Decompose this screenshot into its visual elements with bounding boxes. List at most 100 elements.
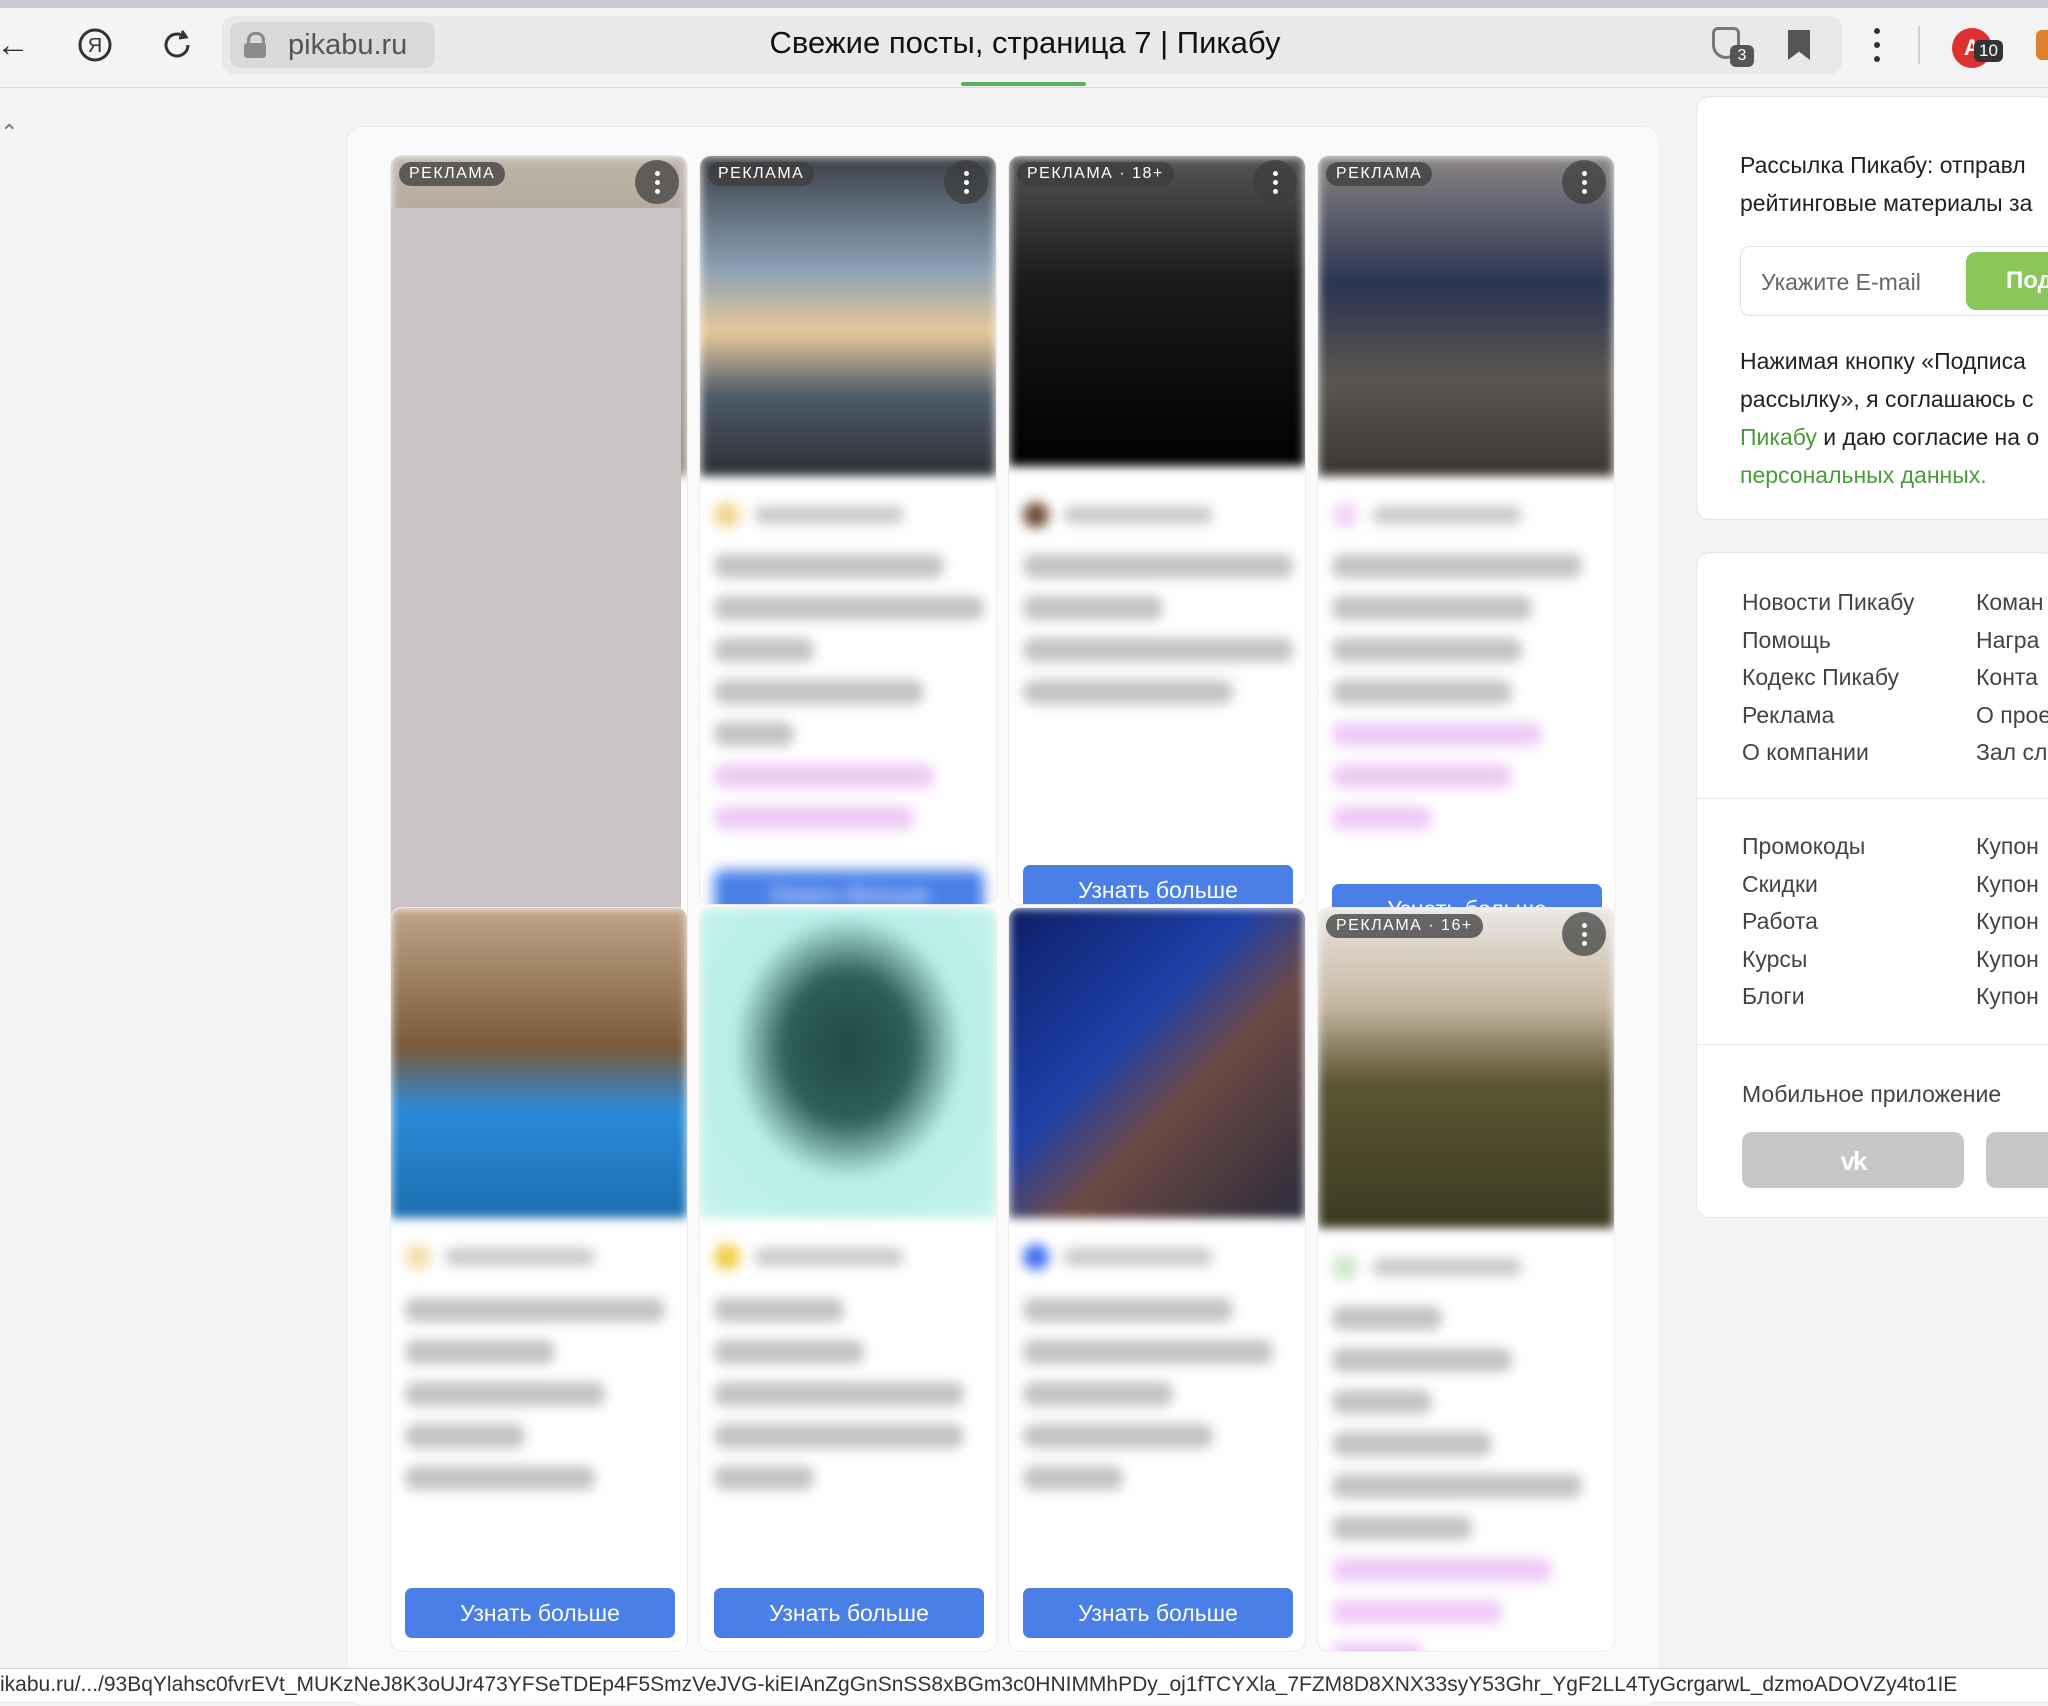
learn-more-button[interactable]: Узнать больше [714,1588,984,1638]
ad-image [1009,908,1305,1218]
link-code[interactable]: Кодекс Пикабу [1742,659,1914,697]
learn-more-button[interactable]: Узнать больше [1023,865,1293,904]
domain-pill[interactable]: pikabu.ru [230,22,435,68]
ad-text-blurred [700,1298,996,1508]
link-about[interactable]: О прое [1976,697,2048,735]
advertiser-line [1023,1244,1213,1270]
email-placeholder: Укажите E-mail [1761,269,1921,295]
advertiser-line [1332,1254,1522,1280]
learn-more-button[interactable]: Узнать больше [1023,1588,1293,1638]
yandex-logo-icon[interactable]: Я [72,22,118,68]
ad-text-blurred [1318,554,1614,848]
more-options-icon[interactable] [1562,160,1606,204]
adblock-count: 10 [1974,40,2003,62]
agree-text-1: Нажимая кнопку «Подписа [1740,348,2026,374]
ad-card[interactable]: Узнать больше [390,907,688,1652]
ad-card[interactable]: РЕКЛАМА Узнать больше [1317,155,1615,935]
link-promocodes[interactable]: Промокоды [1742,828,1865,866]
ad-card[interactable]: РЕКЛАМА · 18+ Узнать больше [1008,155,1306,905]
rules-link[interactable]: Пикабу [1740,424,1817,450]
ad-card[interactable]: Узнать больше [1008,907,1306,1652]
protect-shield-icon[interactable]: 3 [1710,25,1754,69]
vk-app-button[interactable]: vk [1742,1132,1964,1188]
ad-text-blurred [1009,554,1305,722]
toolbar-divider [1918,26,1920,64]
collapse-chevron-icon[interactable]: ⌃ [0,120,18,146]
link-coupon[interactable]: Купон [1976,978,2039,1016]
link-preview-url: ikabu.ru/.../93BqYlahsc0fvrEVt_MUKzNeJ8K… [0,1668,2048,1701]
link-ads[interactable]: Реклама [1742,697,1914,735]
link-awards[interactable]: Награ [1976,622,2048,660]
ad-image [700,156,996,476]
ad-placeholder [391,208,681,934]
ad-image [1318,908,1614,1228]
agree-text-3: Пикабу и даю согласие на о [1740,418,2039,456]
link-company[interactable]: О компании [1742,734,1914,772]
browser-menu-icon[interactable] [1870,28,1884,62]
ad-label: РЕКЛАМА · 16+ [1326,914,1483,938]
link-team[interactable]: Коман [1976,584,2048,622]
ad-text-blurred [1009,1298,1305,1508]
links2-column-left: Промокоды Скидки Работа Курсы Блоги [1742,828,1865,1016]
ad-image [391,908,687,1218]
link-pikabu-news[interactable]: Новости Пикабу [1742,584,1914,622]
advertiser-line [714,1244,904,1270]
mobile-app-heading: Мобильное приложение [1742,1081,2002,1107]
link-coupon[interactable]: Купон [1976,941,2039,979]
link-coupon[interactable]: Купон [1976,903,2039,941]
adblock-extension-icon[interactable]: A 10 [1952,28,2003,68]
ad-image [1318,156,1614,476]
personal-data-link[interactable]: персональных данных. [1740,456,1987,494]
ad-image [1009,156,1305,466]
more-options-icon[interactable] [635,160,679,204]
loading-indicator [961,82,1086,86]
advertiser-line [1023,502,1213,528]
links2-column-right: Купон Купон Купон Купон Купон [1976,828,2039,1016]
divider [1696,1044,2048,1045]
ad-label: РЕКЛАМА [1326,162,1433,186]
agree-text-2: рассылку», я соглашаюсь с [1740,386,2034,412]
app-store-button[interactable] [1986,1132,2048,1188]
links-column-left: Новости Пикабу Помощь Кодекс Пикабу Рекл… [1742,584,1914,772]
advertiser-line [1332,502,1522,528]
link-coupon[interactable]: Купон [1976,828,2039,866]
fox-extension-icon[interactable] [2036,30,2048,60]
ad-label: РЕКЛАМА · 18+ [1017,162,1174,186]
browser-toolbar: ← Я pikabu.ru Свежие посты, страница 7 |… [0,0,2048,88]
subscribe-text-2: рейтинговые материалы за [1740,190,2033,216]
ad-text-blurred [391,1298,687,1508]
ad-card[interactable]: РЕКЛАМА [390,155,688,935]
subscribe-button[interactable]: Под [1966,252,2048,310]
more-options-icon[interactable] [1562,912,1606,956]
ad-card[interactable]: РЕКЛАМА · 16+ [1317,907,1615,1652]
link-help[interactable]: Помощь [1742,622,1914,660]
back-arrow-icon[interactable]: ← [0,22,36,68]
advertiser-line [405,1244,595,1270]
link-hall[interactable]: Зал сл [1976,734,2048,772]
lock-icon [244,32,266,58]
ad-card[interactable]: Узнать больше [699,907,997,1652]
agree-mid-text: и даю согласие на о [1816,424,2040,450]
links-column-right: Коман Награ Конта О прое Зал сл [1976,584,2048,772]
vk-icon: vk [1840,1146,1868,1176]
shield-count: 3 [1730,45,1754,67]
page-title: Свежие посты, страница 7 | Пикабу [769,25,1281,60]
reload-icon[interactable] [154,22,200,68]
advertiser-line [714,502,904,528]
link-jobs[interactable]: Работа [1742,903,1865,941]
link-coupon[interactable]: Купон [1976,866,2039,904]
svg-text:Я: Я [88,35,102,57]
ad-image [700,908,996,1218]
link-courses[interactable]: Курсы [1742,941,1865,979]
link-discounts[interactable]: Скидки [1742,866,1865,904]
more-options-icon[interactable] [944,160,988,204]
link-blogs[interactable]: Блоги [1742,978,1865,1016]
link-contacts[interactable]: Конта [1976,659,2048,697]
ad-label: РЕКЛАМА [399,162,506,186]
more-options-icon[interactable] [1253,160,1297,204]
ad-text-blurred [1318,1306,1614,1651]
ad-card[interactable]: РЕКЛАМА Узнать больше [699,155,997,905]
learn-more-button[interactable]: Узнать больше [405,1588,675,1638]
domain-text: pikabu.ru [288,28,408,61]
learn-more-button[interactable]: Узнать больше [714,870,984,904]
